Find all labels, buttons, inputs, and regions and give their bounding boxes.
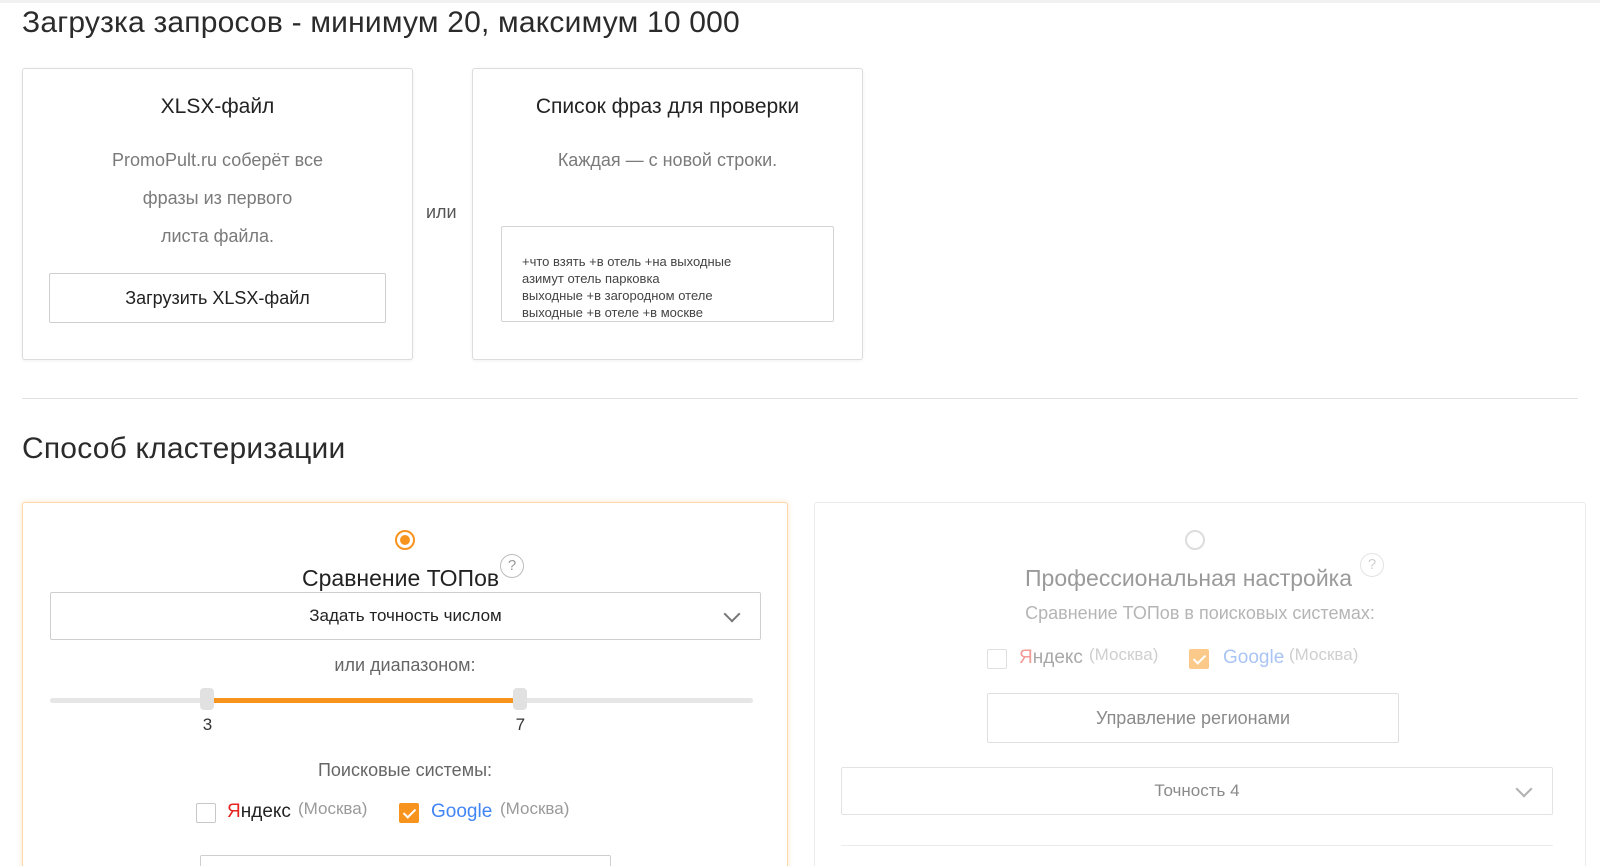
chevron-down-icon	[1515, 780, 1533, 798]
pro-google-label: Google	[1223, 647, 1285, 668]
phrases-card-description: Каждая — с новой строки.	[557, 150, 778, 170]
pro-yandex-checkbox[interactable]	[987, 649, 1007, 669]
range-slider-handle-min[interactable]	[200, 688, 215, 710]
phrases-textarea[interactable]: +что взять +в отель +на выходные азимут …	[501, 226, 834, 322]
pro-yandex-label: Яндекс	[1019, 647, 1083, 669]
top-comparison-card[interactable]: Сравнение ТОПов ? Задать точность числом…	[22, 502, 788, 866]
xlsx-desc-line: PromoPult.ru соберёт все	[111, 150, 323, 170]
top-regions-button[interactable]	[200, 855, 611, 866]
pro-settings-radio[interactable]	[1185, 530, 1205, 550]
range-label: или диапазоном:	[334, 655, 476, 675]
top-comparison-title: Сравнение ТОПов	[302, 565, 500, 591]
pro-yandex-region: (Москва)	[1089, 645, 1159, 664]
yandex-checkbox[interactable]	[196, 803, 216, 823]
pro-google-checkbox[interactable]	[1189, 649, 1209, 669]
pro-settings-title: Профессиональная настройка	[1025, 565, 1353, 591]
pro-settings-card[interactable]: Профессиональная настройка ? Сравнение Т…	[814, 502, 1586, 866]
pro-settings-subtitle: Сравнение ТОПов в поисковых системах:	[1025, 603, 1375, 623]
pro-google-region: (Москва)	[1289, 645, 1359, 664]
top-comparison-radio[interactable]	[395, 530, 415, 550]
precision-mode-select[interactable]: Задать точность числом	[50, 592, 761, 640]
yandex-first-letter: Я	[1019, 647, 1033, 668]
range-max-value: 7	[515, 715, 526, 734]
question-circle-icon[interactable]: ?	[1360, 553, 1384, 577]
range-slider-handle-max[interactable]	[513, 688, 528, 710]
yandex-rest: ндекс	[240, 801, 291, 822]
yandex-rest: ндекс	[1032, 647, 1083, 668]
radio-selected-dot	[400, 535, 410, 545]
pro-precision-select[interactable]: Точность 4	[841, 767, 1553, 815]
google-label: Google	[431, 801, 493, 822]
xlsx-card-description: PromoPult.ru соберёт все фразы из первог…	[23, 141, 412, 255]
xlsx-desc-line: листа файла.	[160, 226, 274, 246]
pro-card-divider	[841, 845, 1553, 846]
pro-precision-value: Точность 4	[1154, 781, 1240, 800]
upload-xlsx-button[interactable]: Загрузить XLSX-файл	[49, 273, 386, 323]
section-divider	[22, 398, 1578, 399]
top-border	[0, 0, 1600, 3]
xlsx-card-title: XLSX-файл	[160, 95, 275, 118]
or-separator: или	[426, 202, 457, 222]
yandex-first-letter: Я	[227, 801, 241, 822]
range-slider-fill	[207, 698, 521, 703]
google-checkbox[interactable]	[399, 803, 419, 823]
yandex-region: (Москва)	[298, 799, 368, 818]
range-slider[interactable]	[50, 688, 753, 710]
phrases-list-card: Список фраз для проверки Каждая — с ново…	[472, 68, 863, 360]
range-min-value: 3	[202, 715, 213, 734]
precision-mode-value: Задать точность числом	[309, 606, 502, 625]
manage-regions-button[interactable]: Управление регионами	[987, 693, 1399, 743]
xlsx-desc-line: фразы из первого	[142, 188, 293, 208]
chevron-down-icon	[723, 605, 741, 623]
phrases-card-title: Список фраз для проверки	[535, 95, 800, 118]
question-circle-icon[interactable]: ?	[500, 554, 524, 578]
search-engines-label: Поисковые системы:	[317, 760, 493, 780]
upload-heading: Загрузка запросов - минимум 20, максимум…	[22, 6, 740, 39]
xlsx-upload-card: XLSX-файл PromoPult.ru соберёт все фразы…	[22, 68, 413, 360]
yandex-label: Яндекс	[227, 801, 291, 823]
clustering-heading: Способ кластеризации	[22, 432, 346, 465]
google-region: (Москва)	[500, 799, 570, 818]
